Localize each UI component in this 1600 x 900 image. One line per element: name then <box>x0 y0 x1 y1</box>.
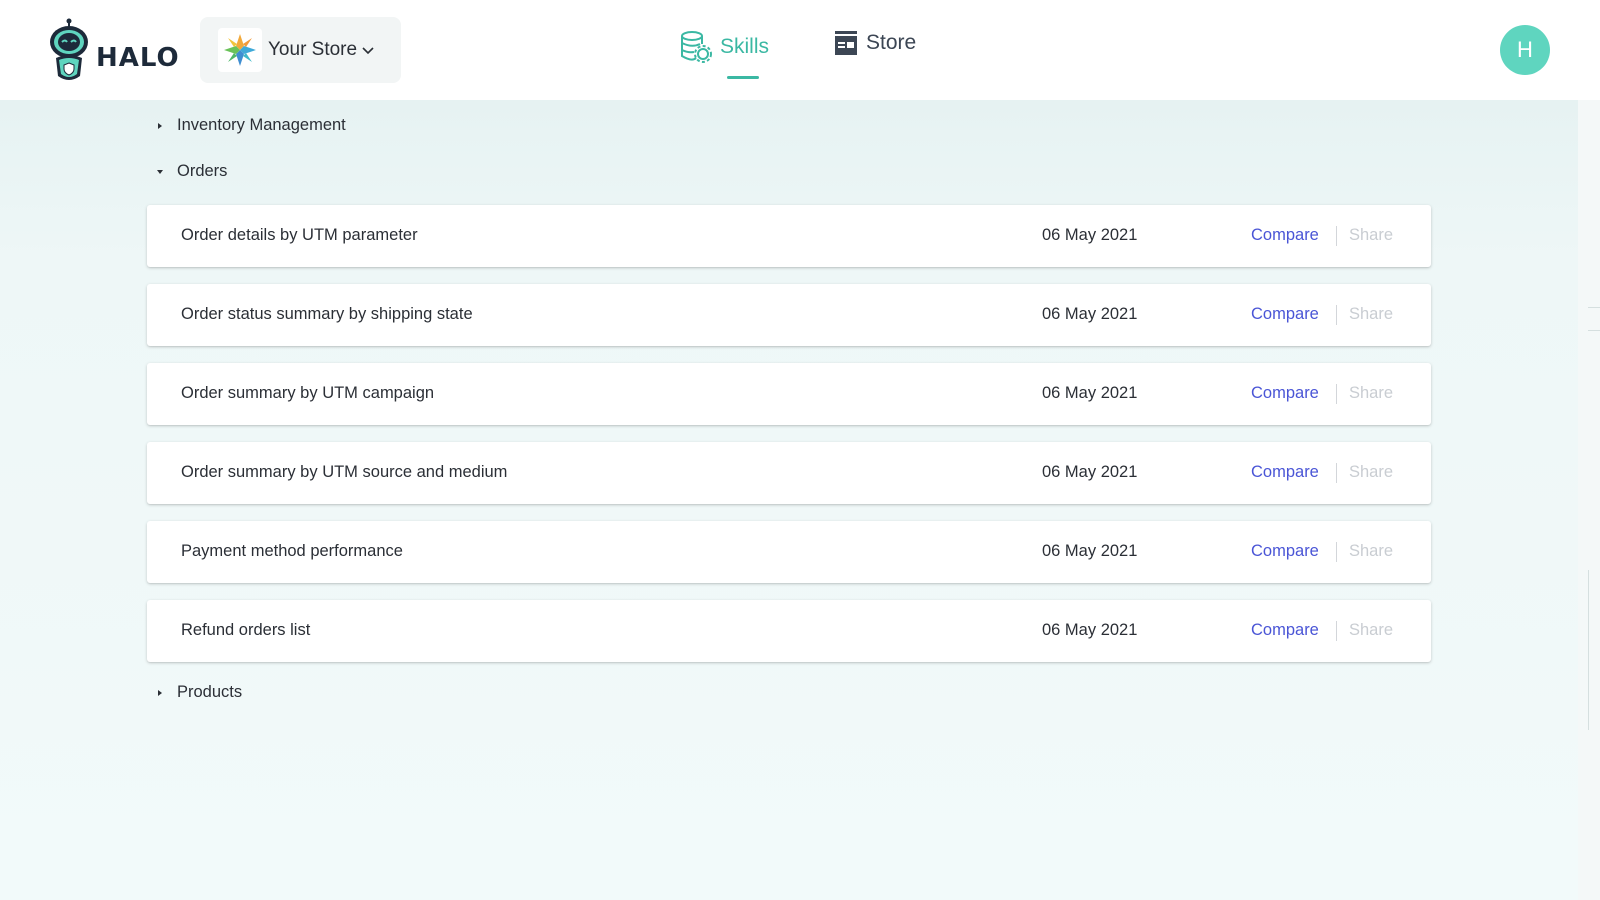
tab-skills[interactable]: Skills <box>680 30 769 64</box>
skill-date: 06 May 2021 <box>1042 621 1138 639</box>
share-link[interactable]: Share <box>1349 621 1393 640</box>
share-link[interactable]: Share <box>1349 384 1393 403</box>
divider <box>1336 226 1337 246</box>
table-row[interactable]: Order summary by UTM source and medium 0… <box>147 442 1431 504</box>
active-tab-indicator <box>727 76 759 79</box>
divider <box>1336 542 1337 562</box>
store-logo-icon <box>218 28 262 72</box>
table-row[interactable]: Payment method performance 06 May 2021 C… <box>147 521 1431 583</box>
share-link[interactable]: Share <box>1349 226 1393 245</box>
scrollbar[interactable] <box>1578 100 1600 900</box>
skill-title: Refund orders list <box>181 621 311 639</box>
halo-logo[interactable]: HALO <box>48 18 180 82</box>
tab-store[interactable]: Store <box>834 30 916 56</box>
store-icon <box>835 31 857 55</box>
compare-link[interactable]: Compare <box>1251 542 1319 561</box>
compare-link[interactable]: Compare <box>1251 384 1319 403</box>
skill-title: Order status summary by shipping state <box>181 305 473 323</box>
table-row[interactable]: Order summary by UTM campaign 06 May 202… <box>147 363 1431 425</box>
skill-date: 06 May 2021 <box>1042 542 1138 560</box>
skills-database-gear-icon <box>681 31 712 63</box>
skill-title: Order summary by UTM source and medium <box>181 463 508 481</box>
skill-title: Payment method performance <box>181 542 403 560</box>
skill-date: 06 May 2021 <box>1042 463 1138 481</box>
caret-right-icon <box>155 121 165 131</box>
section-inventory-management[interactable]: Inventory Management <box>155 116 346 135</box>
compare-link[interactable]: Compare <box>1251 226 1319 245</box>
skill-date: 06 May 2021 <box>1042 305 1138 323</box>
share-link[interactable]: Share <box>1349 305 1393 324</box>
tab-store-label: Store <box>866 31 917 54</box>
table-row[interactable]: Order status summary by shipping state 0… <box>147 284 1431 346</box>
skill-date: 06 May 2021 <box>1042 226 1138 244</box>
top-header: HALO Your Store Skills Store H <box>0 0 1600 100</box>
share-link[interactable]: Share <box>1349 463 1393 482</box>
user-avatar[interactable]: H <box>1500 25 1550 75</box>
chevron-down-icon <box>362 47 374 55</box>
compare-link[interactable]: Compare <box>1251 621 1319 640</box>
store-name: Your Store <box>268 39 358 60</box>
logo-text: HALO <box>96 43 180 73</box>
divider <box>1336 384 1337 404</box>
caret-right-icon <box>155 688 165 698</box>
section-orders[interactable]: Orders <box>155 162 227 181</box>
share-link[interactable]: Share <box>1349 542 1393 561</box>
caret-down-icon <box>155 167 165 177</box>
table-row[interactable]: Order details by UTM parameter 06 May 20… <box>147 205 1431 267</box>
divider <box>1336 463 1337 483</box>
section-label: Orders <box>177 162 228 180</box>
divider <box>1336 621 1337 641</box>
divider <box>1336 305 1337 325</box>
compare-link[interactable]: Compare <box>1251 463 1319 482</box>
tab-skills-label: Skills <box>720 35 770 58</box>
section-label: Inventory Management <box>177 116 346 134</box>
skill-title: Order details by UTM parameter <box>181 226 418 244</box>
compare-link[interactable]: Compare <box>1251 305 1319 324</box>
skill-title: Order summary by UTM campaign <box>181 384 435 402</box>
section-products[interactable]: Products <box>155 683 242 702</box>
table-row[interactable]: Refund orders list 06 May 2021 Compare S… <box>147 600 1431 662</box>
section-label: Products <box>177 683 243 701</box>
robot-logo-icon <box>50 18 88 80</box>
skill-date: 06 May 2021 <box>1042 384 1138 402</box>
store-switcher[interactable]: Your Store <box>200 17 401 83</box>
